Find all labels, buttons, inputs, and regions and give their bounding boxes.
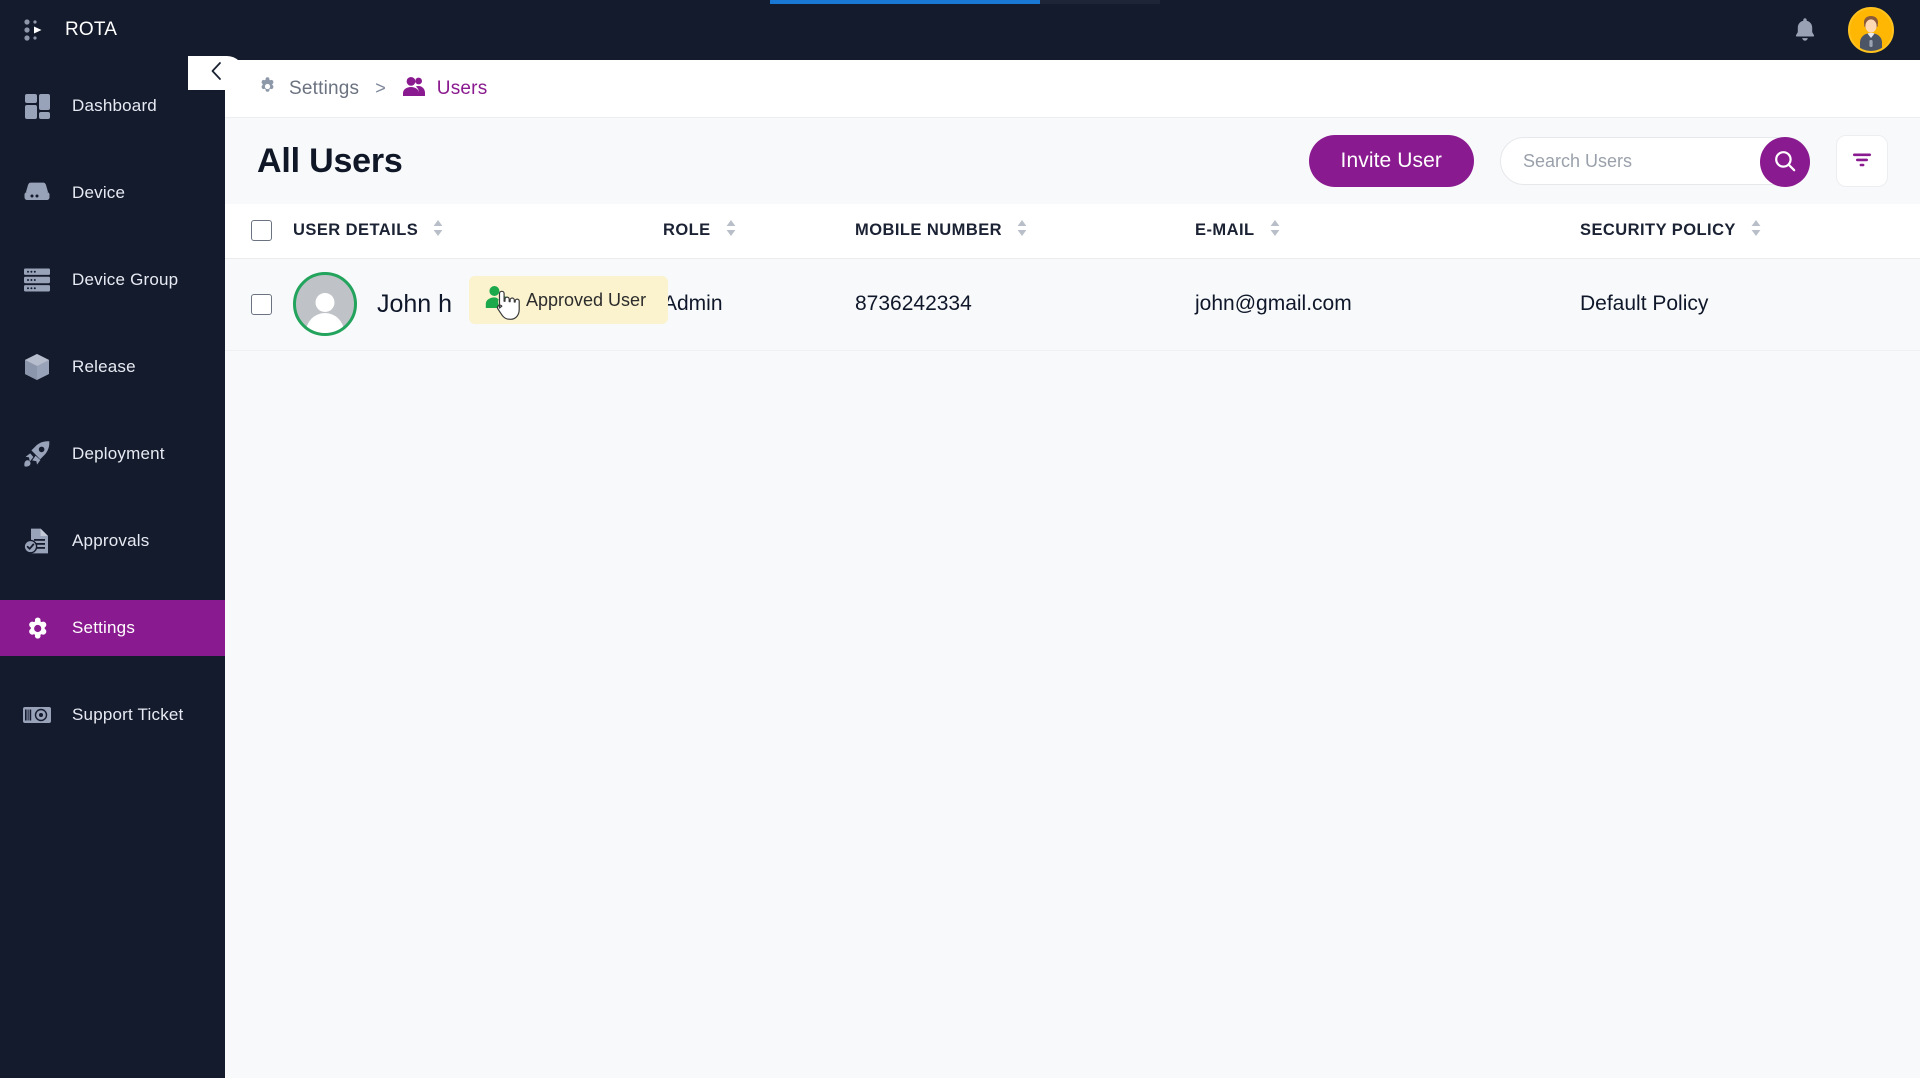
column-label: MOBILE NUMBER: [855, 221, 1003, 240]
sidebar-item-label: Approvals: [72, 531, 150, 550]
rocket-icon: [22, 439, 52, 469]
sidebar-collapse-button[interactable]: [188, 56, 244, 90]
package-icon: [22, 352, 52, 382]
row-checkbox[interactable]: [251, 293, 272, 315]
rota-logo-icon: [22, 17, 48, 43]
cell-role: Admin: [663, 258, 855, 350]
search-button[interactable]: [1760, 137, 1810, 187]
filter-icon: [1850, 150, 1874, 173]
gear-icon: [22, 613, 52, 643]
breadcrumb-item-users[interactable]: Users: [402, 76, 488, 102]
users-table: USER DETAILS ROLE MOBILE NUMBER E-MAIL S…: [225, 204, 1920, 351]
sort-icon[interactable]: [1269, 219, 1281, 242]
cell-user-details: John h i: [293, 258, 669, 350]
approved-user-tooltip: Approved User: [469, 276, 669, 324]
column-security-policy[interactable]: SECURITY POLICY: [1580, 204, 1920, 258]
table-row[interactable]: John h i: [225, 258, 1920, 350]
breadcrumb: Settings > Users: [225, 60, 1920, 118]
sort-icon[interactable]: [432, 219, 444, 242]
breadcrumb-parent-label: Settings: [289, 77, 360, 99]
sidebar-item-deployment[interactable]: Deployment: [0, 426, 225, 482]
ticket-icon: [22, 700, 52, 730]
user-name: John h: [377, 289, 453, 318]
cell-mobile-number: 8736242334: [855, 292, 972, 315]
sidebar-item-label: Settings: [72, 618, 136, 637]
sidebar-item-release[interactable]: Release: [0, 339, 225, 395]
breadcrumb-separator: >: [375, 78, 386, 98]
sidebar-item-label: Dashboard: [72, 96, 157, 115]
cell-security-policy: Default Policy: [1580, 292, 1709, 315]
cell-email: john@gmail.com: [1195, 292, 1352, 315]
column-email[interactable]: E-MAIL: [1195, 204, 1580, 258]
chevron-left-icon: [209, 61, 224, 86]
avatar: [293, 272, 357, 336]
column-label: SECURITY POLICY: [1580, 221, 1736, 240]
sidebar-item-device[interactable]: Device: [0, 165, 225, 221]
select-all-checkbox[interactable]: [251, 220, 272, 242]
tooltip-text: Approved User: [526, 289, 647, 310]
breadcrumb-item-settings[interactable]: Settings: [257, 76, 359, 102]
sort-icon[interactable]: [1750, 219, 1762, 242]
document-check-icon: [22, 526, 52, 556]
dashboard-icon: [22, 91, 52, 121]
top-bar: ROTA: [0, 0, 1920, 60]
sort-icon[interactable]: [725, 219, 737, 242]
bell-icon[interactable]: [1790, 13, 1820, 47]
sidebar-item-support-ticket[interactable]: Support Ticket: [0, 687, 225, 743]
sidebar-item-device-group[interactable]: Device Group: [0, 252, 225, 308]
sidebar-item-label: Release: [72, 357, 136, 376]
brand[interactable]: ROTA: [0, 17, 117, 43]
column-role[interactable]: ROLE: [663, 204, 855, 258]
page-header: All Users Invite User: [225, 118, 1920, 204]
breadcrumb-current-label: Users: [436, 77, 488, 99]
main-content: Settings > Users All Users Invite User S…: [225, 60, 1920, 1078]
sidebar-item-label: Support Ticket: [72, 705, 184, 724]
table-header-row: USER DETAILS ROLE MOBILE NUMBER E-MAIL S…: [225, 204, 1920, 258]
page-title: All Users: [257, 141, 403, 180]
device-group-icon: [22, 265, 52, 295]
sidebar-item-approvals[interactable]: Approvals: [0, 513, 225, 569]
column-label: E-MAIL: [1195, 221, 1255, 240]
sort-icon[interactable]: [1016, 219, 1028, 242]
sidebar-item-label: Device Group: [72, 270, 179, 289]
page-load-progress-fill: [770, 0, 1040, 4]
users-icon: [402, 76, 426, 102]
column-label: ROLE: [663, 221, 711, 240]
filter-button[interactable]: [1836, 135, 1888, 187]
select-all-header: [225, 204, 293, 258]
page-header-tools: Invite User: [1308, 135, 1888, 187]
sidebar-item-label: Deployment: [72, 444, 165, 463]
device-icon: [22, 178, 52, 208]
row-select-cell: [225, 258, 293, 350]
role-value: Admin: [663, 292, 723, 315]
search-icon: [1773, 149, 1797, 176]
gear-icon: [257, 76, 278, 102]
sidebar-item-label: Device: [72, 183, 126, 202]
brand-name: ROTA: [65, 19, 118, 40]
column-user-details[interactable]: USER DETAILS: [293, 204, 663, 258]
search-box: [1500, 137, 1810, 187]
sidebar-item-settings[interactable]: Settings: [0, 600, 225, 656]
sidebar: Dashboard Device Device Group Release De…: [0, 60, 225, 1078]
page-load-progress: [770, 0, 1160, 4]
column-mobile-number[interactable]: MOBILE NUMBER: [855, 204, 1195, 258]
app-root: ROTA Dashboard Device Device Group Relea…: [0, 0, 1920, 1078]
invite-user-button[interactable]: Invite User: [1308, 135, 1474, 187]
column-label: USER DETAILS: [293, 221, 419, 240]
approved-user-icon: [485, 285, 512, 315]
avatar[interactable]: [1848, 7, 1894, 53]
top-bar-actions: [1790, 7, 1920, 53]
